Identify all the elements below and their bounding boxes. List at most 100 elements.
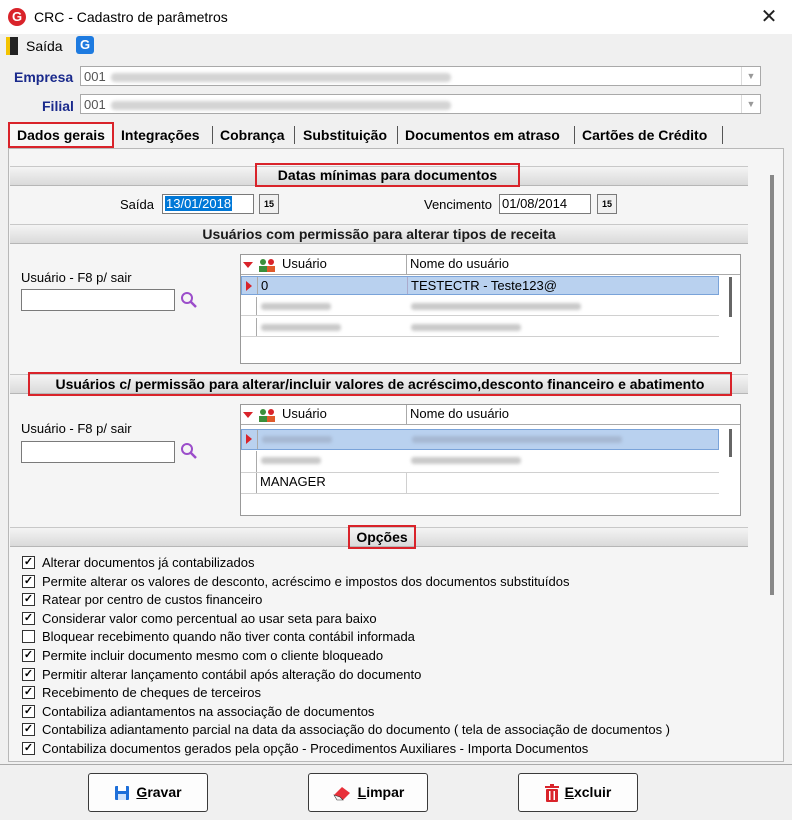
saida-label: Saída bbox=[120, 197, 154, 212]
option-checkbox[interactable] bbox=[22, 630, 35, 643]
eraser-icon bbox=[332, 787, 350, 801]
option-label: Bloquear recebimento quando não tiver co… bbox=[42, 629, 415, 644]
option-checkbox[interactable]: ✓ bbox=[22, 668, 35, 681]
users-icon bbox=[259, 409, 275, 422]
tab-separator bbox=[397, 126, 398, 144]
delete-mnemonic: E bbox=[564, 784, 574, 800]
table-row[interactable] bbox=[241, 297, 719, 316]
table-row[interactable] bbox=[241, 429, 719, 450]
clear-mnemonic: L bbox=[357, 784, 367, 800]
delete-label: xcluir bbox=[573, 784, 612, 800]
exit-button[interactable]: Saída bbox=[26, 38, 63, 54]
option-checkbox[interactable]: ✓ bbox=[22, 612, 35, 625]
row-indicator bbox=[241, 318, 257, 336]
filial-code: 001 bbox=[84, 97, 106, 112]
discount-user-label: Usuário - F8 p/ sair bbox=[21, 421, 132, 436]
empresa-select[interactable]: 001 ▼ bbox=[80, 66, 761, 86]
discount-user-input[interactable] bbox=[21, 441, 175, 463]
col-usuario-header[interactable]: Usuário bbox=[279, 405, 407, 424]
redacted-name bbox=[411, 303, 581, 310]
redacted-name bbox=[411, 324, 521, 331]
revenue-user-input[interactable] bbox=[21, 289, 175, 311]
table-row[interactable]: 0 TESTECTR - Teste123@ bbox=[241, 276, 719, 295]
discount-users-grid[interactable]: Usuário Nome do usuário MANAGER bbox=[240, 404, 741, 516]
save-label: ravar bbox=[147, 784, 182, 800]
row-name-cell: TESTECTR - Teste123@ bbox=[411, 278, 557, 293]
row-user-cell: MANAGER bbox=[257, 473, 407, 493]
option-checkbox[interactable]: ✓ bbox=[22, 742, 35, 755]
tab-cobranca[interactable]: Cobrança bbox=[214, 123, 291, 147]
trash-icon bbox=[544, 784, 559, 803]
save-mnemonic: G bbox=[136, 784, 148, 800]
tab-integracoes[interactable]: Integrações bbox=[115, 123, 206, 147]
tab-documentos-em-atraso[interactable]: Documentos em atraso bbox=[399, 123, 566, 147]
grid-scrollbar[interactable] bbox=[729, 277, 732, 317]
tab-separator bbox=[294, 126, 295, 144]
row-indicator bbox=[242, 277, 258, 294]
tab-substituicao[interactable]: Substituição bbox=[297, 123, 393, 147]
chevron-down-icon[interactable]: ▼ bbox=[741, 95, 760, 113]
chevron-down-icon[interactable]: ▼ bbox=[741, 67, 760, 85]
col-nome-header[interactable]: Nome do usuário bbox=[407, 405, 719, 424]
table-row[interactable] bbox=[241, 451, 719, 473]
search-icon[interactable] bbox=[180, 442, 198, 460]
clear-button[interactable]: Limpar bbox=[308, 773, 428, 812]
revenue-users-grid[interactable]: Usuário Nome do usuário 0 TESTECTR - Tes… bbox=[240, 254, 741, 364]
option-label: Contabiliza adiantamentos na associação … bbox=[42, 704, 375, 719]
row-indicator bbox=[242, 430, 258, 449]
delete-button[interactable]: Excluir bbox=[518, 773, 638, 812]
window-title: CRC - Cadastro de parâmetros bbox=[34, 9, 228, 25]
option-checkbox[interactable]: ✓ bbox=[22, 649, 35, 662]
redacted-user bbox=[261, 457, 321, 464]
option-checkbox[interactable]: ✓ bbox=[22, 575, 35, 588]
option-checkbox[interactable]: ✓ bbox=[22, 593, 35, 606]
vencimento-date-input[interactable]: 01/08/2014 bbox=[499, 194, 591, 214]
option-checkbox[interactable]: ✓ bbox=[22, 686, 35, 699]
filial-label: Filial bbox=[42, 98, 74, 114]
empresa-label: Empresa bbox=[14, 69, 74, 85]
row-name-cell bbox=[407, 473, 719, 493]
option-label: Permitir alterar lançamento contábil apó… bbox=[42, 667, 422, 682]
saida-date-value: 13/01/2018 bbox=[165, 196, 233, 211]
empresa-name-redacted bbox=[111, 73, 451, 82]
table-row[interactable] bbox=[241, 318, 719, 337]
saida-date-input[interactable]: 13/01/2018 bbox=[162, 194, 254, 214]
app-logo-icon: G bbox=[8, 8, 26, 26]
panel-scrollbar[interactable] bbox=[770, 175, 774, 595]
close-icon[interactable]: ✕ bbox=[756, 4, 782, 30]
exit-door-icon[interactable] bbox=[6, 37, 18, 55]
option-checkbox[interactable]: ✓ bbox=[22, 556, 35, 569]
calendar-icon[interactable]: 15 bbox=[259, 194, 279, 214]
vencimento-label: Vencimento bbox=[424, 197, 492, 212]
grid-scrollbar[interactable] bbox=[729, 429, 732, 457]
grid-sort-indicator bbox=[241, 405, 257, 424]
tab-separator bbox=[722, 126, 723, 144]
option-label: Permite incluir documento mesmo com o cl… bbox=[42, 648, 384, 663]
col-usuario-header[interactable]: Usuário bbox=[279, 255, 407, 274]
search-icon[interactable] bbox=[180, 291, 198, 309]
grid-header: Usuário Nome do usuário bbox=[241, 255, 740, 275]
save-button[interactable]: Gravar bbox=[88, 773, 208, 812]
redacted-user bbox=[262, 436, 332, 443]
discount-section-title: Usuários c/ permissão para alterar/inclu… bbox=[28, 372, 732, 396]
tab-separator bbox=[212, 126, 213, 144]
revenue-user-label: Usuário - F8 p/ sair bbox=[21, 270, 132, 285]
users-icon bbox=[259, 259, 275, 272]
row-user-cell: 0 bbox=[258, 277, 408, 294]
calendar-icon[interactable]: 15 bbox=[597, 194, 617, 214]
option-checkbox[interactable]: ✓ bbox=[22, 723, 35, 736]
option-label: Contabiliza documentos gerados pela opçã… bbox=[42, 741, 589, 756]
filial-select[interactable]: 001 ▼ bbox=[80, 94, 761, 114]
option-label: Contabiliza adiantamento parcial na data… bbox=[42, 722, 671, 737]
table-row[interactable]: MANAGER bbox=[241, 473, 719, 494]
floppy-disk-icon bbox=[115, 786, 130, 801]
option-label: Ratear por centro de custos financeiro bbox=[42, 592, 263, 607]
tab-cartoes-de-credito[interactable]: Cartões de Crédito bbox=[576, 123, 713, 147]
g-logo-icon[interactable]: G bbox=[76, 36, 94, 54]
col-nome-header[interactable]: Nome do usuário bbox=[407, 255, 719, 274]
grid-header: Usuário Nome do usuário bbox=[241, 405, 740, 425]
redacted-name bbox=[411, 457, 521, 464]
revenue-section-header: Usuários com permissão para alterar tipo… bbox=[10, 224, 748, 244]
tab-dados-gerais[interactable]: Dados gerais bbox=[8, 122, 114, 148]
option-checkbox[interactable]: ✓ bbox=[22, 705, 35, 718]
